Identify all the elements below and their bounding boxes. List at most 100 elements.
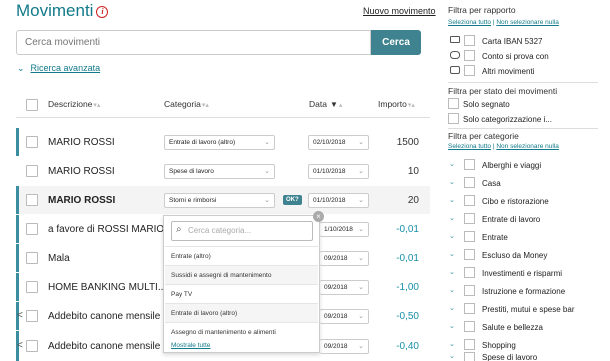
report-item[interactable]: Altri movimenti — [448, 63, 608, 82]
divider — [16, 117, 430, 118]
category-item[interactable]: ⌄ Casa — [448, 175, 608, 194]
category-item[interactable]: ⌄ Spese di lavoro — [448, 352, 608, 361]
category-checkbox[interactable] — [464, 213, 475, 224]
sort-icon: ▴ — [338, 102, 343, 109]
chevron-down-icon[interactable]: ⌄ — [449, 322, 455, 330]
row-amount: 20 — [407, 195, 419, 206]
dropdown-option[interactable]: Entrate di lavoro (altro) — [165, 303, 318, 322]
separator: | — [492, 143, 495, 150]
search-input[interactable] — [16, 30, 371, 55]
sort-icon: ▾▴ — [201, 102, 209, 109]
row-description: Mala — [48, 253, 70, 264]
row-amount: -0,50 — [396, 311, 419, 322]
chevron-down-icon[interactable]: ⌄ — [449, 340, 455, 348]
row-checkbox[interactable] — [26, 310, 38, 322]
chevron-down-icon: ⌄ — [264, 197, 270, 204]
chevron-down-icon[interactable]: ⌄ — [449, 268, 455, 276]
search-icon: ⌕ — [176, 224, 182, 235]
category-checkbox[interactable] — [464, 285, 475, 296]
chevron-down-icon[interactable]: ⌄ — [449, 196, 455, 204]
row-description: MARIO ROSSI — [48, 166, 115, 177]
category-checkbox[interactable] — [464, 321, 475, 332]
column-data[interactable]: Data ▼▴ — [309, 99, 342, 109]
close-icon[interactable]: × — [313, 211, 324, 222]
split-icon: < — [17, 340, 23, 351]
row-checkbox[interactable] — [26, 223, 38, 235]
chevron-down-icon[interactable]: ⌄ — [449, 352, 455, 360]
info-icon[interactable]: i — [96, 6, 109, 18]
category-item[interactable]: ⌄ Istruzione e formazione — [448, 283, 608, 302]
row-checkbox[interactable] — [26, 136, 38, 148]
ok-confirm-button[interactable]: OK? — [283, 195, 302, 205]
category-select-links: Seleziona tutto | Non selezionare nulla — [448, 143, 559, 150]
select-all-link[interactable]: Seleziona tutto — [448, 143, 491, 150]
select-none-link[interactable]: Non selezionare nulla — [496, 143, 559, 150]
category-item[interactable]: ⌄ Escluso da Money — [448, 247, 608, 266]
sort-desc-icon: ▼ — [329, 100, 338, 109]
status-checkbox[interactable] — [448, 98, 459, 109]
row-amount: -1,00 — [396, 282, 419, 293]
report-checkbox[interactable] — [464, 50, 475, 61]
dropdown-option[interactable]: Pay TV — [165, 284, 318, 303]
dropdown-option[interactable]: Entrate (altro) — [165, 246, 318, 265]
row-amount: 1500 — [396, 137, 419, 148]
search-button[interactable]: Cerca — [371, 30, 421, 55]
card-icon — [450, 36, 460, 43]
advanced-search-link[interactable]: ⌄ Ricerca avanzata — [17, 63, 100, 74]
category-checkbox[interactable] — [464, 231, 475, 242]
select-none-link[interactable]: Non selezionare nulla — [496, 19, 559, 26]
dropdown-option[interactable]: Sussidi e assegni di mantenimento — [165, 265, 318, 284]
chevron-down-icon[interactable]: ⌄ — [449, 250, 455, 258]
piggy-bank-icon — [450, 51, 460, 59]
report-checkbox[interactable] — [464, 35, 475, 46]
category-checkbox[interactable] — [464, 339, 475, 350]
divider — [448, 128, 598, 129]
category-item[interactable]: ⌄ Investimenti e risparmi — [448, 265, 608, 284]
row-checkbox[interactable] — [26, 252, 38, 264]
status-checkbox[interactable] — [448, 113, 459, 124]
category-checkbox[interactable] — [464, 249, 475, 260]
chevron-down-icon[interactable]: ⌄ — [449, 214, 455, 222]
category-item[interactable]: ⌄ Salute e bellezza — [448, 319, 608, 338]
chevron-down-icon[interactable]: ⌄ — [449, 160, 455, 168]
category-checkbox[interactable] — [464, 352, 475, 361]
category-select[interactable]: Entrate di lavoro (altro) ⌄ — [164, 135, 275, 150]
chevron-down-icon: ⌄ — [264, 139, 270, 146]
category-search-input[interactable]: ⌕ Cerca categoria... — [171, 221, 313, 241]
category-item[interactable]: ⌄ Entrate di lavoro — [448, 211, 608, 230]
chevron-down-icon[interactable]: ⌄ — [449, 232, 455, 240]
new-movement-link[interactable]: Nuovo movimento — [363, 6, 436, 16]
select-all-link[interactable]: Seleziona tutto — [448, 19, 491, 26]
chevron-down-icon[interactable]: ⌄ — [449, 304, 455, 312]
category-select[interactable]: Storni e rimborsi ⌄ — [164, 193, 275, 208]
chevron-down-icon[interactable]: ⌄ — [449, 178, 455, 186]
divider — [448, 82, 598, 83]
row-checkbox[interactable] — [26, 165, 38, 177]
show-all-link[interactable]: Mostrale tutte — [171, 342, 210, 349]
column-categoria[interactable]: Categoria▾▴ — [164, 99, 209, 109]
category-item[interactable]: ⌄ Alberghi e viaggi — [448, 157, 608, 176]
category-select[interactable]: Spese di lavoro ⌄ — [164, 164, 275, 179]
report-checkbox[interactable] — [464, 65, 475, 76]
row-checkbox[interactable] — [26, 281, 38, 293]
category-checkbox[interactable] — [464, 195, 475, 206]
column-importo[interactable]: Importo▾▴ — [378, 99, 415, 109]
row-checkbox[interactable] — [26, 340, 38, 352]
dropdown-option[interactable]: Assegno di mantenimento e alimenti — [165, 322, 318, 341]
chevron-down-icon: ⌄ — [264, 168, 270, 175]
category-filter-title: Filtra per categorie — [448, 131, 519, 141]
category-checkbox[interactable] — [464, 267, 475, 278]
category-item[interactable]: ⌄ Prestiti, mutui e spese bar — [448, 301, 608, 320]
category-checkbox[interactable] — [464, 159, 475, 170]
row-checkbox[interactable] — [26, 194, 38, 206]
select-all-checkbox[interactable] — [26, 99, 38, 111]
category-item[interactable]: ⌄ Entrate — [448, 229, 608, 248]
column-descrizione[interactable]: Descrizione▾▴ — [48, 99, 100, 109]
wallet-icon — [450, 66, 460, 74]
report-filter-title: Filtra per rapporto — [448, 5, 516, 15]
category-item[interactable]: ⌄ Cibo e ristorazione — [448, 193, 608, 212]
category-checkbox[interactable] — [464, 303, 475, 314]
row-description: MARIO ROSSI — [48, 195, 116, 206]
chevron-down-icon[interactable]: ⌄ — [449, 286, 455, 294]
category-checkbox[interactable] — [464, 177, 475, 188]
